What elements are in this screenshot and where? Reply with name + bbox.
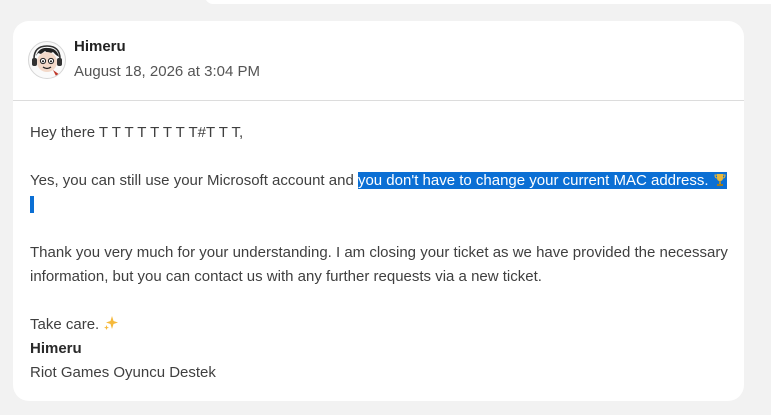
reply-header: Himeru August 18, 2026 at 3:04 PM <box>13 21 744 101</box>
sign-off-text: Take care. <box>30 316 100 333</box>
closing-paragraph: Thank you very much for your understandi… <box>30 244 728 285</box>
signature-org: Riot Games Oyuncu Destek <box>30 364 216 381</box>
message-body: Hey there T T T T T T T T#T T T, Yes, yo… <box>30 121 730 385</box>
trophy-icon <box>714 174 726 186</box>
sign-off-line: Take care. <box>30 313 730 337</box>
answer-text: Yes, you can still use your Microsoft ac… <box>30 172 358 189</box>
answer-paragraph: Yes, you can still use your Microsoft ac… <box>30 169 730 217</box>
author-name: Himeru <box>74 38 126 55</box>
greeting-line: Hey there T T T T T T T T#T T T, <box>30 124 244 141</box>
avatar-cartoon-icon <box>30 43 64 77</box>
avatar[interactable] <box>28 41 66 79</box>
signature-name: Himeru <box>30 340 82 357</box>
signature-block: Take care. Himeru Riot Games Oyuncu Dest… <box>30 313 730 385</box>
sparkles-icon <box>104 316 119 330</box>
previous-card-edge <box>205 0 771 4</box>
reply-timestamp: August 18, 2026 at 3:04 PM <box>74 63 260 80</box>
ticket-reply-card: Himeru August 18, 2026 at 3:04 PM Hey th… <box>13 21 744 401</box>
selected-text-content: you don't have to change your current MA… <box>357 172 709 189</box>
